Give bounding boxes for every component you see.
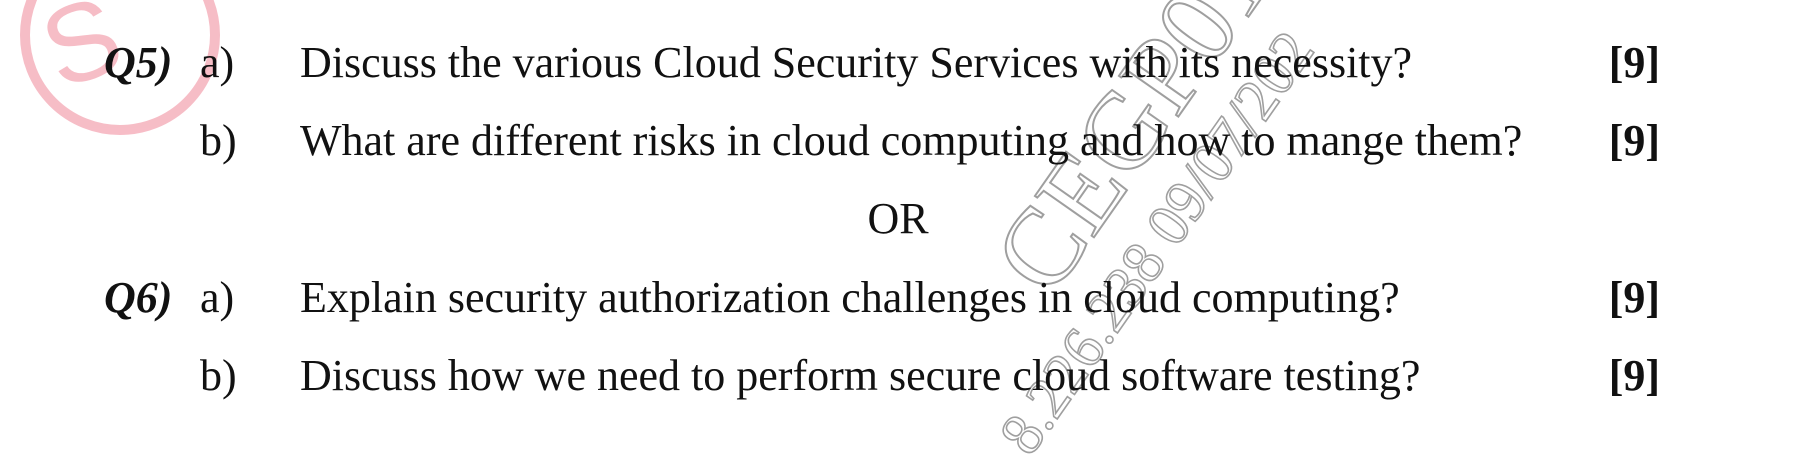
or-text: OR <box>867 194 929 243</box>
question-text: Discuss the various Cloud Security Servi… <box>300 38 1413 87</box>
question-6b-row: b) Discuss how we need to perform secure… <box>0 348 1796 404</box>
subpart-label: b) <box>200 351 237 400</box>
question-number: Q6) <box>104 273 173 322</box>
question-number: Q5) <box>104 38 173 87</box>
question-text: What are different risks in cloud comput… <box>300 116 1523 165</box>
question-5b-row: b) What are different risks in cloud com… <box>0 113 1796 169</box>
question-5a-row: Q5) a) Discuss the various Cloud Securit… <box>0 35 1796 91</box>
marks: [9] <box>1608 273 1660 322</box>
or-separator: OR <box>0 191 1796 247</box>
subpart-label: a) <box>200 38 235 87</box>
marks: [9] <box>1608 351 1660 400</box>
marks: [9] <box>1608 116 1660 165</box>
subpart-label: a) <box>200 273 235 322</box>
question-text: Explain security authorization challenge… <box>300 273 1400 322</box>
subpart-label: b) <box>200 116 237 165</box>
question-6a-row: Q6) a) Explain security authorization ch… <box>0 270 1796 326</box>
marks: [9] <box>1608 38 1660 87</box>
question-text: Discuss how we need to perform secure cl… <box>300 351 1421 400</box>
